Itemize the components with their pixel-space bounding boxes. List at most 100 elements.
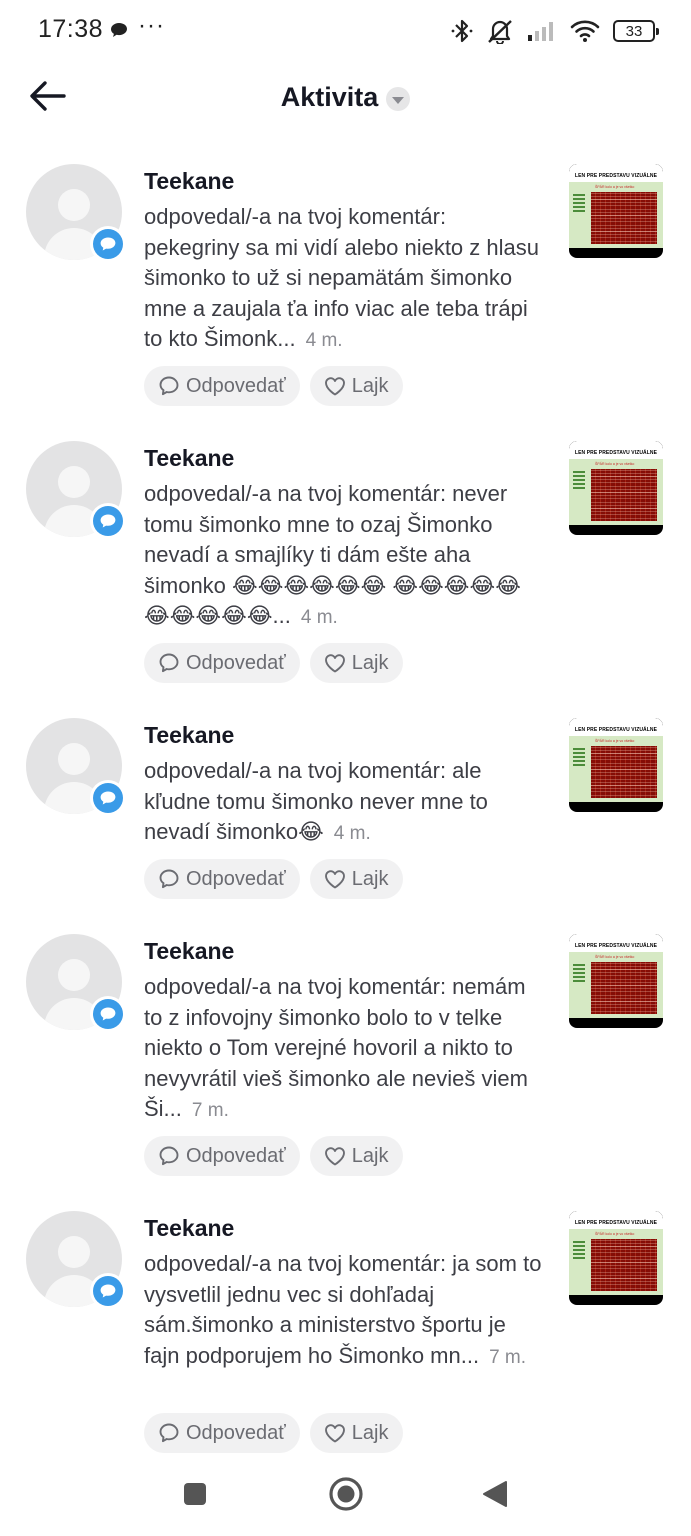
comment-text: odpovedal/-a na tvoj komentár: ale kľudn… — [144, 756, 542, 850]
thumbnail-spreadsheet: ŠPÁR kolo a je vo všetko — [569, 182, 663, 248]
timestamp: 7 m. — [489, 1346, 527, 1368]
reply-bubble-icon — [159, 653, 179, 673]
battery-icon: 33 — [613, 20, 659, 42]
reply-bubble-icon — [159, 1146, 179, 1166]
status-dots: ··· — [138, 12, 165, 39]
item-text[interactable]: Teekane odpovedal/-a na tvoj komentár: n… — [144, 441, 542, 634]
chevron-down-icon[interactable] — [386, 86, 411, 111]
recents-square-icon[interactable] — [183, 1482, 207, 1506]
reply-button[interactable]: Odpovedať — [144, 366, 300, 406]
activity-item[interactable]: Teekane odpovedal/-a na tvoj komentár: n… — [0, 920, 691, 1190]
username[interactable]: Teekane — [144, 934, 542, 968]
item-text[interactable]: Teekane odpovedal/-a na tvoj komentár: a… — [144, 718, 542, 850]
timestamp: 4 m. — [305, 330, 343, 351]
comment-text: odpovedal/-a na tvoj komentár: ja som to… — [144, 1249, 542, 1373]
comment-text: odpovedal/-a na tvoj komentár: pekegriny… — [144, 202, 542, 357]
status-bar: 17:38 ··· 33 — [0, 0, 691, 62]
like-button[interactable]: Lajk — [309, 859, 403, 899]
timestamp: 7 m. — [191, 1100, 229, 1121]
heart-icon — [324, 1147, 345, 1166]
heart-icon — [324, 377, 345, 396]
reply-label: Odpovedať — [186, 374, 286, 397]
thumbnail-spreadsheet: ŠPÁR kolo a je vo všetko — [569, 736, 663, 802]
comment-badge-icon — [90, 1273, 126, 1309]
thumbnail-banner: LEN PRE PREDSTAVU VIZUÁLNE — [569, 1211, 663, 1229]
thumbnail-spreadsheet: ŠPÁR kolo a je vo všetko — [569, 1229, 663, 1295]
thumbnail-sheet-title: ŠPÁR kolo a je vo všetko — [595, 955, 635, 959]
reply-label: Odpovedať — [186, 1421, 286, 1444]
comment-body: odpovedal/-a na tvoj komentár: pekegriny… — [144, 204, 539, 351]
video-thumbnail[interactable]: LEN PRE PREDSTAVU VIZUÁLNE ŠPÁR kolo a j… — [569, 934, 663, 1028]
heart-icon — [324, 1424, 345, 1443]
comment-text: odpovedal/-a na tvoj komentár: nemám to … — [144, 972, 542, 1127]
timestamp: 4 m. — [333, 823, 371, 844]
like-button[interactable]: Lajk — [309, 1136, 403, 1176]
thumbnail-banner-text: LEN PRE PREDSTAVU VIZUÁLNE — [574, 1220, 658, 1226]
signal-icon — [528, 22, 553, 41]
thumbnail-sheet-title: ŠPÁR kolo a je vo všetko — [595, 185, 635, 189]
like-label: Lajk — [351, 374, 389, 397]
reply-button[interactable]: Odpovedať — [144, 859, 300, 899]
system-nav-bar — [0, 1460, 691, 1536]
video-thumbnail[interactable]: LEN PRE PREDSTAVU VIZUÁLNE ŠPÁR kolo a j… — [569, 718, 663, 812]
thumbnail-spreadsheet: ŠPÁR kolo a je vo všetko — [569, 459, 663, 525]
back-triangle-icon[interactable] — [482, 1480, 508, 1508]
reply-bubble-icon — [159, 1423, 179, 1443]
item-text[interactable]: Teekane odpovedal/-a na tvoj komentár: j… — [144, 1211, 542, 1373]
thumbnail-sheet-title: ŠPÁR kolo a je vo všetko — [595, 462, 635, 466]
item-text[interactable]: Teekane odpovedal/-a na tvoj komentár: n… — [144, 934, 542, 1127]
comment-badge-icon — [90, 226, 126, 262]
video-thumbnail[interactable]: LEN PRE PREDSTAVU VIZUÁLNE ŠPÁR kolo a j… — [569, 164, 663, 258]
like-label: Lajk — [351, 867, 389, 890]
page-title[interactable]: Aktivita — [281, 82, 379, 113]
bluetooth-icon — [451, 19, 473, 43]
reply-bubble-icon — [159, 869, 179, 889]
comment-badge-icon — [90, 780, 126, 816]
item-text[interactable]: Teekane odpovedal/-a na tvoj komentár: p… — [144, 164, 542, 357]
heart-icon — [324, 870, 345, 889]
like-button[interactable]: Lajk — [309, 366, 403, 406]
comment-badge-icon — [90, 503, 126, 539]
mute-icon — [488, 20, 512, 44]
username[interactable]: Teekane — [144, 718, 542, 752]
status-icons: 33 — [451, 17, 659, 45]
username[interactable]: Teekane — [144, 441, 542, 475]
username[interactable]: Teekane — [144, 164, 542, 198]
avatar[interactable] — [26, 441, 126, 539]
battery-level: 33 — [625, 22, 643, 40]
activity-item[interactable]: Teekane odpovedal/-a na tvoj komentár: j… — [0, 1197, 691, 1467]
thumbnail-banner: LEN PRE PREDSTAVU VIZUÁLNE — [569, 441, 663, 459]
reply-button[interactable]: Odpovedať — [144, 1136, 300, 1176]
thumbnail-banner: LEN PRE PREDSTAVU VIZUÁLNE — [569, 934, 663, 952]
comment-body: odpovedal/-a na tvoj komentár: ja som to… — [144, 1251, 542, 1368]
video-thumbnail[interactable]: LEN PRE PREDSTAVU VIZUÁLNE ŠPÁR kolo a j… — [569, 1211, 663, 1305]
avatar[interactable] — [26, 718, 126, 816]
avatar[interactable] — [26, 1211, 126, 1309]
activity-item[interactable]: Teekane odpovedal/-a na tvoj komentár: p… — [0, 150, 691, 420]
video-thumbnail[interactable]: LEN PRE PREDSTAVU VIZUÁLNE ŠPÁR kolo a j… — [569, 441, 663, 535]
avatar[interactable] — [26, 934, 126, 1032]
comment-text: odpovedal/-a na tvoj komentár: never tom… — [144, 479, 542, 634]
like-button[interactable]: Lajk — [309, 1413, 403, 1453]
reply-label: Odpovedať — [186, 1144, 286, 1167]
item-actions: Odpovedať Lajk — [144, 366, 403, 406]
wifi-icon — [570, 20, 600, 42]
header: Aktivita — [0, 62, 691, 132]
item-actions: Odpovedať Lajk — [144, 643, 403, 683]
timestamp: 4 m. — [300, 607, 338, 628]
comment-body: odpovedal/-a na tvoj komentár: ale kľudn… — [144, 758, 488, 844]
comment-badge-icon — [90, 996, 126, 1032]
username[interactable]: Teekane — [144, 1211, 542, 1245]
item-actions: Odpovedať Lajk — [144, 1136, 403, 1176]
reply-label: Odpovedať — [186, 867, 286, 890]
activity-item[interactable]: Teekane odpovedal/-a na tvoj komentár: n… — [0, 427, 691, 697]
reply-button[interactable]: Odpovedať — [144, 1413, 300, 1453]
reply-button[interactable]: Odpovedať — [144, 643, 300, 683]
thumbnail-sheet-title: ŠPÁR kolo a je vo všetko — [595, 739, 635, 743]
header-title-group[interactable]: Aktivita — [0, 82, 691, 113]
like-button[interactable]: Lajk — [309, 643, 403, 683]
home-circle-icon[interactable] — [328, 1476, 364, 1512]
item-actions: Odpovedať Lajk — [144, 859, 403, 899]
avatar[interactable] — [26, 164, 126, 262]
reply-bubble-icon — [159, 376, 179, 396]
